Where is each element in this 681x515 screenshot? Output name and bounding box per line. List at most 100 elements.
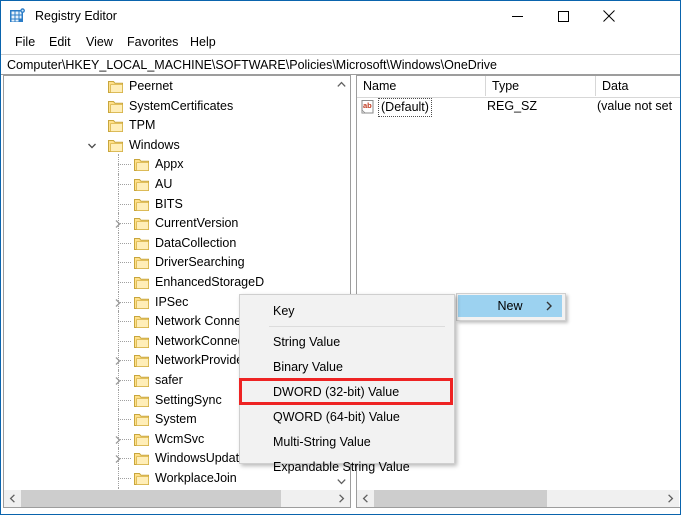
window-title: Registry Editor	[35, 9, 117, 23]
tree-connector-line	[118, 399, 131, 401]
chevron-left-icon	[362, 494, 368, 503]
chevron-up-icon	[337, 81, 346, 87]
values-scroll-right-button[interactable]	[662, 490, 679, 507]
folder-icon	[134, 157, 150, 172]
svg-text:ab: ab	[363, 101, 372, 110]
tree-item-label: BITS	[155, 196, 183, 211]
folder-icon	[134, 412, 150, 427]
menu-file[interactable]: File	[8, 31, 42, 54]
values-scroll-left-button[interactable]	[357, 490, 374, 507]
tree-item-currentversion[interactable]: CurrentVersion	[4, 213, 333, 233]
tree-connector-line	[118, 478, 131, 479]
tree-item-tpm[interactable]: TPM	[4, 115, 333, 135]
tree-item-label: DriverSearching	[155, 255, 245, 270]
menu-favorites[interactable]: Favorites	[120, 31, 185, 54]
column-header-name[interactable]: Name	[357, 76, 485, 96]
chevron-right-icon	[544, 300, 554, 312]
menu-item-expandable-string-value[interactable]: Expandable String Value	[241, 455, 453, 480]
tree-item-label: Peernet	[129, 79, 173, 93]
folder-icon	[134, 393, 150, 407]
chevron-right-icon[interactable]	[113, 297, 123, 307]
menu-separator	[269, 326, 445, 327]
tree-connector-line	[118, 242, 131, 244]
folder-icon	[134, 236, 150, 250]
tree-item-label: WorkplaceJoin	[155, 471, 237, 485]
tree-item-datacollection[interactable]: DataCollection	[4, 232, 333, 253]
tree-item-systemcertificates[interactable]: SystemCertificates	[4, 96, 333, 116]
chevron-right-icon[interactable]	[113, 434, 123, 444]
tree-connector-line	[118, 262, 131, 264]
menu-item-dword-32-bit-value[interactable]: DWORD (32-bit) Value	[241, 380, 453, 405]
maximize-icon	[557, 10, 569, 22]
folder-icon	[108, 99, 124, 113]
values-scroll-thumb[interactable]	[374, 490, 547, 507]
column-header-type[interactable]: Type	[485, 76, 595, 96]
menu-edit[interactable]: Edit	[42, 31, 78, 54]
tree-item-enhancedstoraged[interactable]: EnhancedStorageD	[4, 272, 333, 292]
tree-connector-line	[118, 164, 131, 166]
tree-item-label: IPSec	[155, 294, 189, 309]
value-data: (value not set	[597, 99, 673, 113]
new-submenu: Key String Value Binary Value DWORD (32-bit…	[239, 294, 455, 474]
tree-item-peernet[interactable]: Peernet	[4, 76, 333, 96]
column-header-data[interactable]: Data	[595, 76, 680, 96]
menu-item-qword-64-bit-value[interactable]: QWORD (64-bit) Value	[241, 405, 453, 430]
chevron-right-icon[interactable]	[113, 218, 123, 229]
tree-item-label: WcmSvc	[155, 431, 205, 446]
tree-item-bits[interactable]: BITS	[4, 193, 333, 214]
close-button[interactable]	[586, 1, 632, 31]
table-row[interactable]: ab (Default) REG_SZ (value not set	[357, 97, 680, 117]
folder-icon	[134, 471, 150, 485]
tree-connector-line	[118, 184, 131, 185]
folder-icon	[108, 138, 124, 152]
tree-item-windows[interactable]: Windows	[4, 135, 333, 155]
chevron-right-icon	[668, 494, 674, 503]
tree-item-label: safer	[155, 373, 183, 387]
tree-connector-line	[118, 321, 131, 323]
folder-icon	[134, 177, 150, 191]
address-bar[interactable]: Computer\HKEY_LOCAL_MACHINE\SOFTWARE\Pol…	[1, 54, 680, 75]
close-icon	[603, 10, 615, 22]
minimize-icon	[511, 15, 523, 17]
tree-item-label: EnhancedStorageD	[155, 275, 265, 289]
values-horizontal-scrollbar[interactable]	[357, 490, 679, 507]
minimize-button[interactable]	[494, 1, 540, 31]
menu-help[interactable]: Help	[183, 31, 223, 54]
menu-view[interactable]: View	[79, 31, 120, 54]
menu-bar: File Edit View Favorites Help	[1, 31, 680, 54]
tree-item-label: System	[155, 412, 197, 427]
chevron-down-icon[interactable]	[87, 140, 97, 150]
tree-item-au[interactable]: AU	[4, 174, 333, 194]
folder-icon	[134, 451, 150, 466]
chevron-right-icon[interactable]	[113, 375, 123, 385]
folder-icon	[134, 295, 150, 309]
values-column-header: Name Type Data	[357, 76, 680, 98]
chevron-left-icon	[9, 494, 15, 503]
menu-item-multi-string-value[interactable]: Multi-String Value	[241, 430, 453, 455]
chevron-right-icon	[339, 494, 345, 503]
tree-item-driversearching[interactable]: DriverSearching	[4, 252, 333, 272]
chevron-right-icon[interactable]	[113, 355, 123, 366]
scroll-up-button[interactable]	[333, 76, 350, 93]
tree-scroll-thumb[interactable]	[21, 490, 281, 507]
scroll-right-button[interactable]	[333, 490, 350, 507]
tree-item-label: NetworkProvider	[155, 353, 248, 368]
address-path: Computer\HKEY_LOCAL_MACHINE\SOFTWARE\Pol…	[7, 58, 497, 72]
menu-item-string-value[interactable]: String Value	[241, 330, 453, 355]
tree-item-appx[interactable]: Appx	[4, 154, 333, 174]
menu-item-key[interactable]: Key	[241, 299, 453, 324]
chevron-right-icon[interactable]	[113, 453, 123, 464]
tree-connector-line	[118, 282, 131, 283]
menu-item-binary-value[interactable]: Binary Value	[241, 355, 453, 380]
context-menu-item-new[interactable]: New	[458, 295, 562, 317]
tree-item-label: AU	[155, 177, 173, 191]
maximize-button[interactable]	[540, 1, 586, 31]
tree-item-label: Appx	[155, 157, 184, 172]
value-type: REG_SZ	[487, 99, 538, 113]
title-bar: Registry Editor	[1, 1, 680, 31]
folder-icon	[108, 79, 124, 93]
string-value-icon: ab	[361, 100, 376, 114]
tree-horizontal-scrollbar[interactable]	[4, 490, 350, 507]
value-name: (Default)	[378, 98, 432, 117]
scroll-left-button[interactable]	[4, 490, 21, 507]
